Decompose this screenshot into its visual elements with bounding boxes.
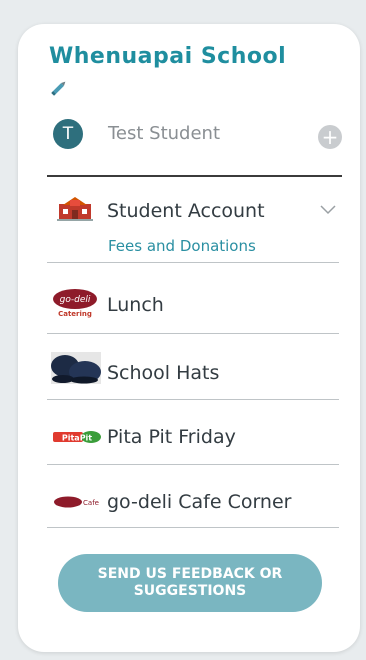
go-deli-catering-logo-icon: go-deli Catering <box>53 289 97 318</box>
plus-icon: + <box>321 125 339 149</box>
menu-item-school-hats[interactable]: School Hats <box>107 362 219 384</box>
menu-item-go-deli-cafe-corner[interactable]: go-deli Cafe Corner <box>107 491 291 513</box>
student-name[interactable]: Test Student <box>108 123 220 144</box>
menu-item-pita-pit-friday[interactable]: Pita Pit Friday <box>107 426 236 448</box>
student-initial: T <box>62 124 74 144</box>
row-divider <box>47 399 339 400</box>
svg-text:PitaPit: PitaPit <box>62 434 92 443</box>
pencil-icon[interactable] <box>49 78 69 98</box>
row-divider <box>47 333 339 334</box>
menu-item-lunch[interactable]: Lunch <box>107 294 164 316</box>
header-divider <box>47 175 342 177</box>
student-account-label[interactable]: Student Account <box>107 200 265 222</box>
fees-and-donations-link[interactable]: Fees and Donations <box>108 237 256 255</box>
send-feedback-label: SEND US FEEDBACK OR SUGGESTIONS <box>97 566 283 599</box>
row-divider <box>47 262 339 263</box>
school-building-icon <box>57 197 93 221</box>
pita-pit-logo-icon: PitaPit <box>53 431 101 443</box>
go-deli-cafe-logo-icon: Cafe <box>54 496 99 508</box>
row-divider <box>47 527 339 528</box>
school-title: Whenuapai School <box>49 44 287 69</box>
svg-text:go-deli: go-deli <box>60 295 91 305</box>
send-feedback-button[interactable]: SEND US FEEDBACK OR SUGGESTIONS <box>58 554 322 612</box>
student-avatar[interactable]: T <box>53 119 83 149</box>
svg-text:Cafe: Cafe <box>83 499 99 507</box>
add-student-button[interactable]: + <box>318 125 342 149</box>
chevron-down-icon[interactable] <box>319 204 337 216</box>
school-hats-photo-icon <box>51 352 101 384</box>
svg-text:Catering: Catering <box>58 310 92 318</box>
row-divider <box>47 464 339 465</box>
